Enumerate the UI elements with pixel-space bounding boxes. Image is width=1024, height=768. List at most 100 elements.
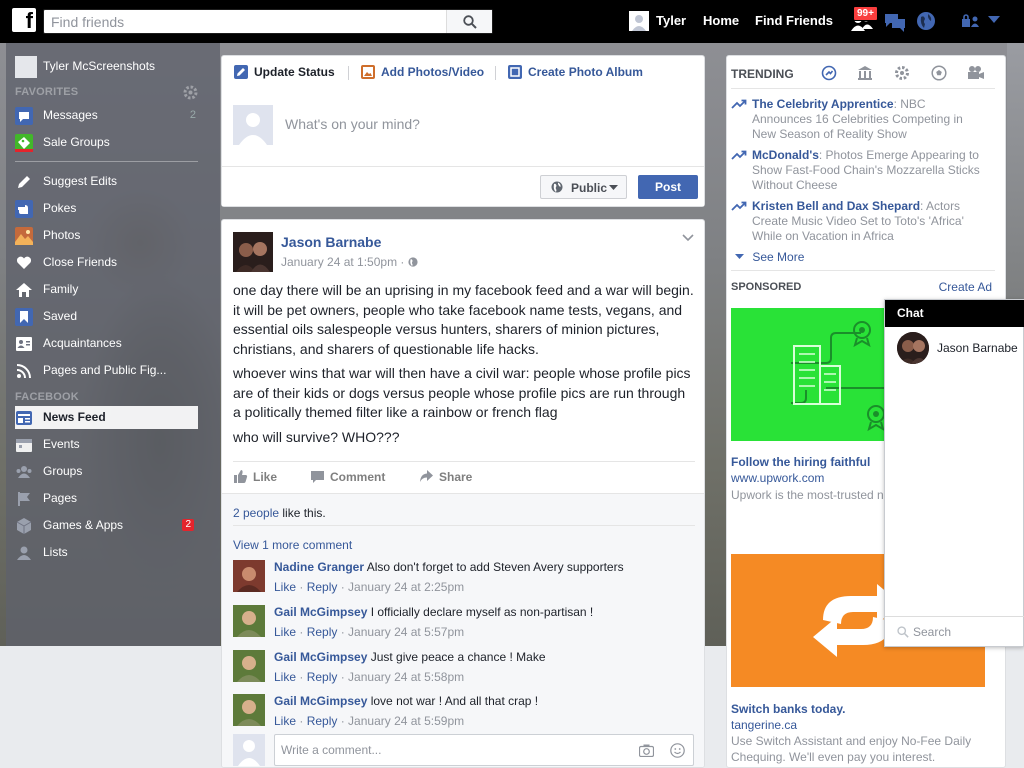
tab-separator: [495, 66, 496, 80]
commenter-name[interactable]: Nadine Granger: [274, 560, 364, 574]
search-input[interactable]: [44, 10, 444, 33]
commenter-name[interactable]: Gail McGimpsey: [274, 650, 367, 664]
sidebar-item-games-apps[interactable]: Games & Apps 2: [15, 514, 198, 537]
thumbs-up-icon: [234, 470, 248, 483]
sidebar-item-messages[interactable]: Messages 2: [15, 104, 198, 127]
divider: [731, 88, 995, 89]
comment-text: love not war ! And all that crap !: [370, 694, 539, 708]
commenter-name[interactable]: Gail McGimpsey: [274, 694, 367, 708]
chevron-down-icon: [609, 185, 618, 190]
trending-entertainment-camera-icon[interactable]: [967, 65, 985, 81]
comment-like-link[interactable]: Like: [274, 714, 296, 728]
sidebar-item-photos[interactable]: Photos: [15, 224, 198, 247]
home-link[interactable]: Home: [703, 13, 739, 28]
sidebar-item-groups[interactable]: Groups: [15, 460, 198, 483]
post-author-avatar[interactable]: [233, 232, 273, 272]
comment-time[interactable]: January 24 at 5:58pm: [348, 670, 464, 684]
post-timestamp[interactable]: January 24 at 1:50pm ·: [281, 255, 418, 269]
sidebar-item-label: Sale Groups: [43, 135, 110, 149]
album-icon: [508, 65, 522, 79]
ad-title[interactable]: Follow the hiring faithful: [731, 455, 870, 469]
post-author-name[interactable]: Jason Barnabe: [281, 234, 381, 250]
commenter-name[interactable]: Gail McGimpsey: [274, 605, 367, 619]
games-icon: [16, 518, 32, 534]
privacy-shortcuts-icon[interactable]: [961, 13, 979, 29]
comment-like-link[interactable]: Like: [274, 625, 296, 639]
chat-search-input[interactable]: Search: [885, 616, 1024, 647]
trending-title: Kristen Bell and Dax Shepard: [752, 199, 921, 213]
ad-title[interactable]: Switch banks today.: [731, 702, 845, 716]
sidebar-item-label: Lists: [43, 545, 68, 559]
sidebar-item-lists[interactable]: Lists: [15, 541, 198, 564]
account-menu-chevron-down-icon[interactable]: [988, 16, 1000, 24]
camera-icon[interactable]: [639, 744, 654, 757]
comment-meta: Like · Reply · January 24 at 5:57pm: [274, 625, 465, 639]
trending-science-gear-icon[interactable]: [894, 65, 910, 81]
chat-contact-name: Jason Barnabe: [937, 341, 1018, 355]
sidebar-item-pages-public-figures[interactable]: Pages and Public Fig...: [15, 359, 198, 382]
emoji-smiley-icon[interactable]: [670, 743, 685, 758]
comment-reply-link[interactable]: Reply: [307, 580, 338, 594]
commenter-avatar[interactable]: [233, 560, 265, 592]
comment-like-link[interactable]: Like: [274, 580, 296, 594]
sidebar-item-label: Suggest Edits: [43, 174, 118, 188]
comment-like-link[interactable]: Like: [274, 670, 296, 684]
facebook-logo[interactable]: f: [12, 8, 36, 33]
commenter-avatar[interactable]: [233, 694, 265, 726]
acquaintances-icon: [16, 337, 32, 351]
sidebar-item-sale-groups[interactable]: Sale Groups: [15, 131, 198, 154]
sidebar-item-pages[interactable]: Pages: [15, 487, 198, 510]
commenter-avatar[interactable]: [233, 650, 265, 682]
find-friends-link[interactable]: Find Friends: [755, 13, 833, 28]
sidebar-item-news-feed[interactable]: News Feed: [15, 406, 198, 429]
photos-icon: [15, 227, 33, 245]
privacy-selector-button[interactable]: Public: [540, 175, 627, 199]
commenter-avatar[interactable]: [233, 605, 265, 637]
write-comment-input[interactable]: Write a comment...: [274, 734, 694, 766]
sidebar-item-pokes[interactable]: Pokes: [15, 197, 198, 220]
sidebar-divider: [15, 161, 198, 162]
likes-link[interactable]: 2 people: [233, 506, 279, 520]
chat-contact[interactable]: Jason Barnabe: [897, 332, 1023, 364]
create-ad-link[interactable]: Create Ad: [939, 280, 992, 294]
trending-sports-ball-icon[interactable]: [931, 65, 947, 81]
comment-time[interactable]: January 24 at 2:25pm: [348, 580, 464, 594]
sidebar-item-acquaintances[interactable]: Acquaintances: [15, 332, 198, 355]
favorites-settings-gear-icon[interactable]: [183, 85, 198, 100]
trending-politics-icon[interactable]: [857, 65, 873, 81]
composer-footer: Public Post: [222, 166, 704, 206]
sidebar-item-label: Games & Apps: [43, 518, 124, 532]
messages-icon[interactable]: [884, 12, 906, 32]
trending-top-stories-icon[interactable]: [821, 65, 837, 81]
comment-label: Comment: [330, 470, 386, 484]
comment-reply-link[interactable]: Reply: [307, 670, 338, 684]
see-more-trending[interactable]: See More: [735, 250, 804, 264]
sidebar-item-label: Pages and Public Fig...: [43, 363, 167, 377]
profile-avatar: [15, 56, 37, 78]
comment-reply-link[interactable]: Reply: [307, 625, 338, 639]
comment-time[interactable]: January 24 at 5:57pm: [348, 625, 464, 639]
sidebar-item-saved[interactable]: Saved: [15, 305, 198, 328]
comment-reply-link[interactable]: Reply: [307, 714, 338, 728]
view-more-comments-link[interactable]: View 1 more comment: [233, 538, 352, 552]
post-options-chevron-down-icon[interactable]: [682, 234, 694, 242]
user-avatar[interactable]: [629, 11, 649, 31]
write-comment-row: Write a comment...: [233, 734, 695, 767]
sidebar-item-events[interactable]: Events: [15, 433, 198, 456]
comment-text-line: Nadine Granger Also don't forget to add …: [274, 560, 624, 574]
ad-url[interactable]: tangerine.ca: [731, 718, 797, 732]
profile-link[interactable]: Tyler: [656, 13, 686, 28]
ad-url[interactable]: www.upwork.com: [731, 471, 824, 485]
sidebar-item-suggest-edits[interactable]: Suggest Edits: [15, 170, 198, 193]
notifications-globe-icon[interactable]: [916, 11, 936, 31]
status-input[interactable]: What's on your mind?: [285, 116, 420, 132]
comment-time[interactable]: January 24 at 5:59pm: [348, 714, 464, 728]
comment-meta: Like · Reply · January 24 at 2:25pm: [274, 580, 465, 594]
sidebar-item-family[interactable]: Family: [15, 278, 198, 301]
sidebar-item-label: Pokes: [43, 201, 77, 215]
post-button[interactable]: Post: [638, 175, 698, 199]
chat-header[interactable]: Chat: [885, 300, 1024, 327]
search-button[interactable]: [446, 10, 492, 33]
sidebar-item-close-friends[interactable]: Close Friends: [15, 251, 198, 274]
sidebar-profile-link[interactable]: Tyler McScreenshots: [15, 55, 198, 78]
